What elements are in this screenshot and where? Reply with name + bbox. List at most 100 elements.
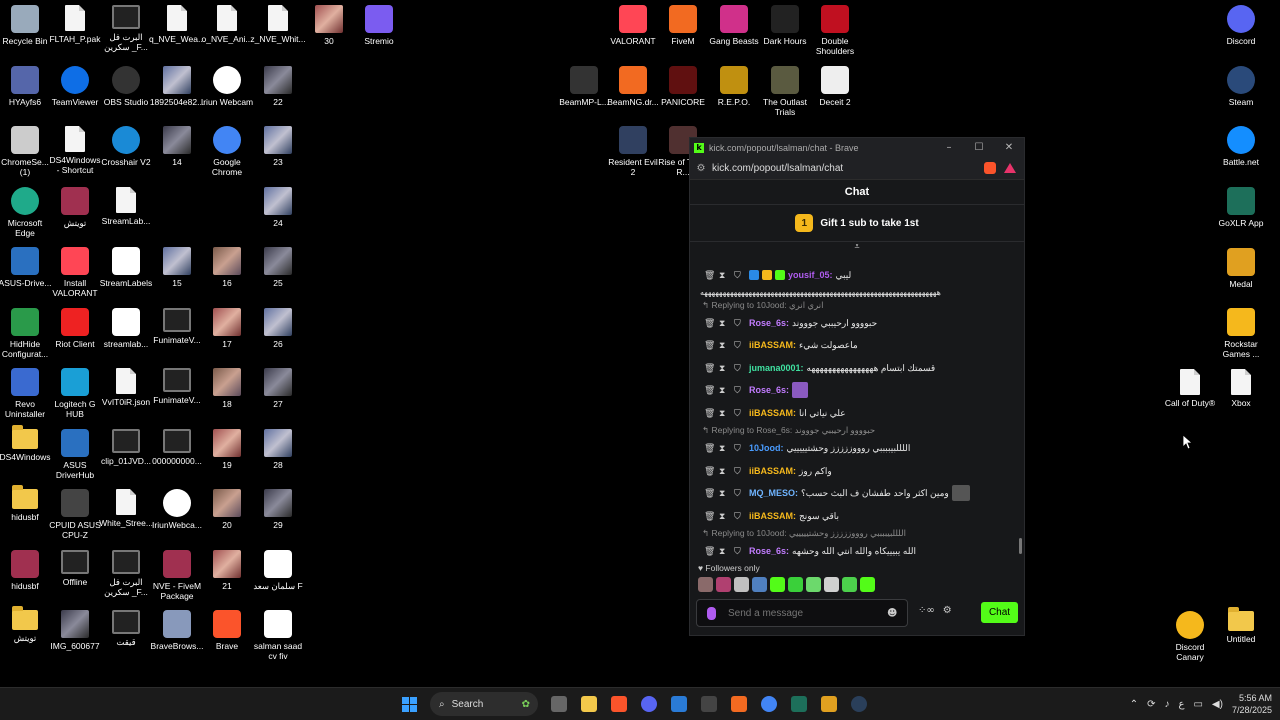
volume-icon[interactable]: ◀) (1212, 699, 1223, 710)
task-view-icon[interactable] (546, 691, 572, 717)
desktop-icon[interactable]: HYAyfs6 (0, 65, 52, 107)
reply-context[interactable]: ↰ Replying to Rose_6s: حبوووو ارحيببي جو… (690, 424, 1024, 437)
delete-message-icon[interactable]: 🗑 (704, 384, 719, 396)
timeout-icon[interactable]: ⧗ (719, 487, 734, 499)
timeout-icon[interactable]: ⧗ (719, 407, 734, 419)
desktop-icon[interactable]: قيقت (99, 610, 153, 647)
emote[interactable] (716, 577, 731, 592)
desktop-icon[interactable]: VALORANT (606, 5, 660, 46)
ban-icon[interactable]: ⛉ (734, 442, 749, 454)
desktop-icon[interactable]: GoXLR App (1214, 187, 1268, 228)
desktop-icon[interactable]: Discord (1214, 5, 1268, 46)
ban-icon[interactable]: ⛉ (734, 269, 749, 281)
desktop-icon[interactable]: BeamMP-L... (557, 66, 611, 107)
timeout-icon[interactable]: ⧗ (719, 442, 734, 454)
desktop-icon[interactable]: Google Chrome (200, 126, 254, 177)
desktop-icon[interactable]: DS4Windows - Shortcut (48, 126, 102, 175)
desktop-icon[interactable]: Untitled (1214, 607, 1268, 644)
desktop-icon[interactable]: OBS Studio (99, 65, 153, 107)
desktop-icon[interactable]: 21 (200, 549, 254, 591)
app-taskbar-icon[interactable] (696, 691, 722, 717)
desktop-icon[interactable]: o_NVE_Ani... (200, 5, 254, 44)
reply-context[interactable]: ↰ Replying to 10Jood: انري انري (690, 299, 1024, 312)
message-input-box[interactable]: ☻ (696, 599, 908, 627)
update-icon[interactable]: ⟳ (1147, 699, 1155, 710)
chat-username[interactable]: Rose_6s: (749, 317, 789, 329)
gift-banner[interactable]: 1 Gift 1 sub to take 1st (690, 205, 1024, 242)
desktop-icon[interactable]: 27 (251, 368, 305, 409)
close-button[interactable]: ✕ (994, 142, 1024, 153)
desktop-icon[interactable]: hidusbf (0, 485, 52, 522)
desktop-icon[interactable]: FiveM (656, 5, 710, 46)
gear-icon[interactable]: ⚙ (943, 605, 952, 616)
brave-shields-icon[interactable] (984, 162, 996, 174)
desktop-icon[interactable]: IMG_600677 (48, 610, 102, 651)
chat-username[interactable]: MQ_MESO: (749, 487, 798, 499)
chevron-down-icon[interactable]: ⩡ (690, 242, 1024, 256)
delete-message-icon[interactable]: 🗑 (704, 339, 719, 351)
desktop-icon[interactable]: FLTAH_P.pak (48, 5, 102, 44)
maximize-button[interactable]: ☐ (964, 142, 994, 153)
emote[interactable] (770, 577, 785, 592)
microphone-icon[interactable] (707, 606, 716, 620)
desktop-icon[interactable]: 20 (200, 489, 254, 530)
chevron-up-icon[interactable]: ⌃ (1130, 699, 1138, 710)
clock[interactable]: 5:56 AM 7/28/2025 (1232, 692, 1272, 716)
desktop-icon[interactable]: Resident Evil 2 (606, 126, 660, 177)
desktop-icon[interactable]: StreamLabels (99, 247, 153, 288)
desktop-icon[interactable]: تويتش (48, 186, 102, 228)
desktop-icon[interactable]: 1892504e82... (150, 65, 204, 107)
chat-username[interactable]: iiBASSAM: (749, 465, 796, 477)
desktop-icon[interactable]: البرت فل سكرين _F... (99, 5, 153, 52)
ban-icon[interactable]: ⛉ (734, 407, 749, 419)
desktop-icon[interactable]: DS4Windows (0, 424, 52, 462)
emote[interactable] (824, 577, 839, 592)
desktop-icon[interactable]: Discord Canary (1163, 611, 1217, 662)
desktop-icon[interactable]: ASUS DriverHub (48, 428, 102, 480)
ban-icon[interactable]: ⛉ (734, 317, 749, 329)
desktop-icon[interactable]: clip_01JVD... (99, 428, 153, 466)
desktop-icon[interactable]: Double Shoulders (808, 5, 862, 56)
desktop-icon[interactable]: Brave (200, 610, 254, 651)
desktop-icon[interactable]: FunimateV... (150, 307, 204, 345)
desktop-icon[interactable]: White_Stree... (99, 489, 153, 528)
desktop-icon[interactable]: CPUID ASUS CPU-Z (48, 489, 102, 540)
delete-message-icon[interactable]: 🗑 (704, 545, 719, 557)
ban-icon[interactable]: ⛉ (734, 487, 749, 499)
ban-icon[interactable]: ⛉ (734, 510, 749, 522)
chat-username[interactable]: yousif_05: (788, 269, 833, 281)
desktop-icon[interactable]: البرت فل سكرين _F... (99, 549, 153, 597)
desktop-icon[interactable]: TeamViewer (48, 65, 102, 107)
delete-message-icon[interactable]: 🗑 (704, 510, 719, 522)
desktop-icon[interactable]: IriunWebca... (150, 489, 204, 530)
delete-message-icon[interactable]: 🗑 (704, 442, 719, 454)
emote[interactable] (806, 577, 821, 592)
desktop-icon[interactable]: 26 (251, 307, 305, 349)
chat-username[interactable]: jumana0001: (749, 362, 804, 374)
desktop-icon[interactable]: ChromeSe... (1) (0, 126, 52, 177)
desktop-icon[interactable]: 18 (200, 368, 254, 409)
desktop-icon[interactable]: Medal (1214, 248, 1268, 289)
chat-username[interactable]: Rose_6s: (749, 545, 789, 557)
desktop-icon[interactable]: Iriun Webcam (200, 65, 254, 107)
desktop-icon[interactable]: 16 (200, 247, 254, 288)
desktop-icon[interactable]: Riot Client (48, 307, 102, 349)
delete-message-icon[interactable]: 🗑 (704, 465, 719, 477)
discord-taskbar-icon[interactable] (636, 691, 662, 717)
desktop-icon[interactable]: Logitech G HUB (48, 368, 102, 419)
ban-icon[interactable]: ⛉ (734, 465, 749, 477)
points-icon[interactable]: ⁘∞ (918, 605, 935, 616)
medal-taskbar-icon[interactable] (816, 691, 842, 717)
chrome-taskbar-icon[interactable] (756, 691, 782, 717)
steam-taskbar-icon[interactable] (846, 691, 872, 717)
timeout-icon[interactable]: ⧗ (719, 269, 734, 281)
desktop-icon[interactable]: 23 (251, 126, 305, 167)
desktop-icon[interactable]: z_NVE_Whit... (250, 5, 306, 44)
desktop-icon[interactable]: Recycle Bin (0, 5, 52, 46)
desktop-icon[interactable]: Microsoft Edge (0, 186, 52, 238)
timeout-icon[interactable]: ⧗ (719, 317, 734, 329)
desktop-icon[interactable]: VvIT0iR.json (99, 368, 153, 407)
windows-start-icon[interactable] (396, 691, 422, 717)
taskbar-search[interactable]: ⌕ Search ✿ (430, 692, 538, 716)
emote[interactable] (860, 577, 875, 592)
